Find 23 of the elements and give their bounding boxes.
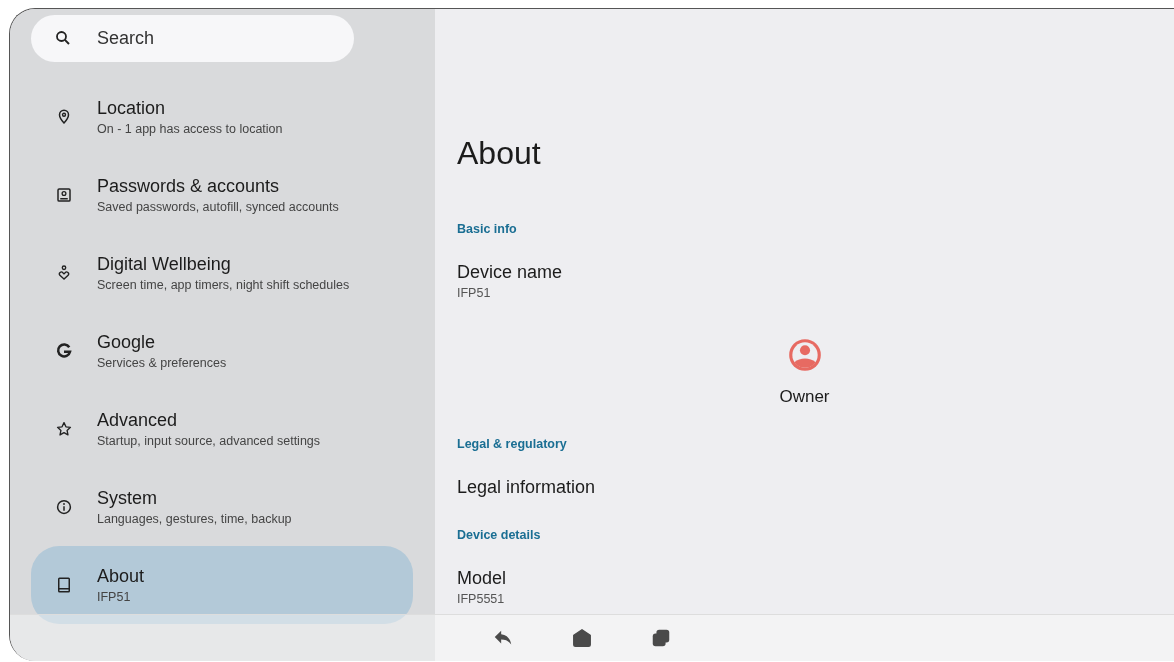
settings-menu-item[interactable]: Passwords & accounts Saved passwords, autofill, synced accounts bbox=[31, 156, 413, 234]
info-icon bbox=[55, 498, 73, 516]
settings-menu-item[interactable]: System Languages, gestures, time, backup bbox=[31, 468, 413, 546]
settings-menu-item[interactable]: Google Services & preferences bbox=[31, 312, 413, 390]
settings-entry[interactable]: Device name IFP51 bbox=[457, 262, 563, 300]
google-g-icon bbox=[55, 342, 73, 360]
settings-menu-item[interactable]: Advanced Startup, input source, advanced settings bbox=[31, 390, 413, 468]
settings-entry[interactable]: Model IFP5551 bbox=[457, 568, 507, 606]
search-field[interactable]: Search bbox=[31, 15, 354, 62]
page-title: About bbox=[457, 135, 542, 172]
home-icon[interactable] bbox=[571, 627, 593, 649]
section-heading: Legal & regulatory bbox=[457, 437, 568, 451]
settings-menu-item[interactable]: About IFP51 bbox=[31, 546, 413, 624]
settings-menu-item[interactable]: Digital Wellbeing Screen time, app timers, night shift schedules bbox=[31, 234, 413, 312]
recents-icon[interactable] bbox=[650, 627, 672, 649]
settings-entry[interactable]: Legal information bbox=[457, 477, 596, 498]
tablet-icon bbox=[55, 576, 73, 594]
section-heading: Basic info bbox=[457, 222, 518, 236]
settings-menu-item[interactable]: Location On - 1 app has access to location bbox=[31, 78, 413, 156]
owner-label: Owner bbox=[779, 387, 830, 407]
account-box-icon bbox=[55, 186, 73, 204]
star-icon bbox=[55, 420, 73, 438]
section-heading: Device details bbox=[457, 528, 542, 542]
